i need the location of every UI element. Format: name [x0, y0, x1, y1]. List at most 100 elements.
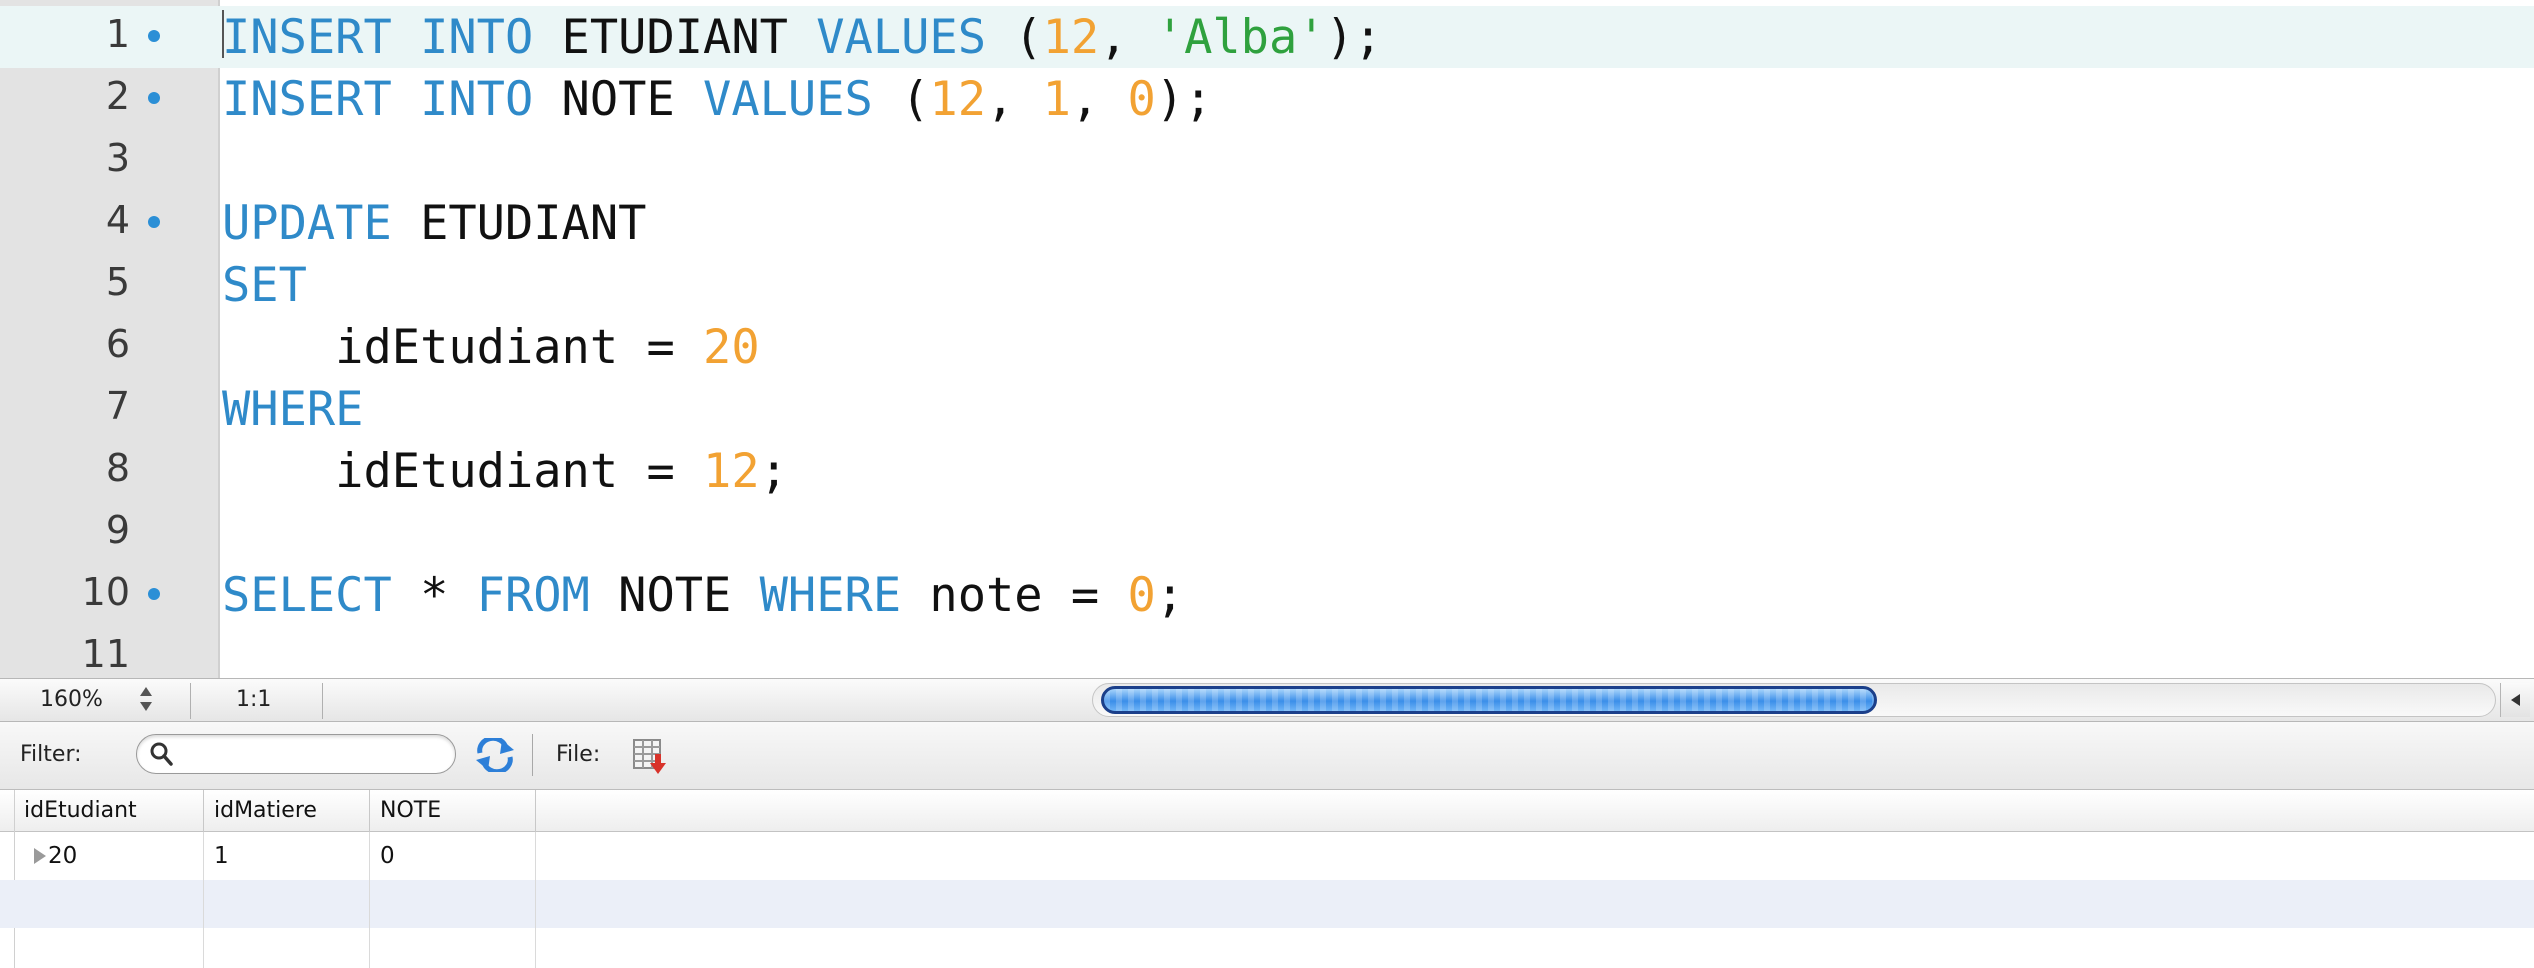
column-header-idmatiere[interactable]: idMatiere: [204, 790, 370, 832]
sql-keyword: INTO: [420, 72, 534, 127]
code-area[interactable]: INSERT INTO ETUDIANT VALUES (12, 'Alba')…: [220, 6, 2534, 68]
line-number: 4: [105, 198, 130, 242]
sql-number: 1: [1042, 72, 1071, 127]
column-header-idetudiant[interactable]: idEtudiant: [14, 790, 204, 832]
code-area[interactable]: WHERE: [220, 378, 2534, 440]
code-text[interactable]: SELECT * FROM NOTE WHERE note = 0;: [222, 568, 1184, 624]
gutter-cell: 11: [0, 626, 218, 678]
sql-number: 12: [929, 72, 987, 127]
filter-search-field[interactable]: [136, 734, 456, 774]
code-area[interactable]: INSERT INTO NOTE VALUES (12, 1, 0);: [220, 68, 2534, 130]
sql-text: ,: [1070, 72, 1128, 127]
code-area[interactable]: idEtudiant = 12;: [220, 440, 2534, 502]
sql-keyword: FROM: [476, 568, 590, 623]
line-number: 5: [105, 260, 130, 304]
results-filter-bar: Filter: File:: [0, 722, 2534, 790]
code-line[interactable]: 7 WHERE: [0, 378, 2534, 440]
statement-marker-icon: [148, 588, 160, 600]
sql-string: 'Alba': [1155, 10, 1326, 65]
table-row[interactable]: 20 1 0: [0, 832, 2534, 880]
table-cell: [204, 928, 370, 968]
code-text[interactable]: WHERE: [222, 382, 363, 438]
code-text[interactable]: UPDATE ETUDIANT: [222, 196, 646, 252]
refresh-icon[interactable]: [474, 738, 516, 772]
code-area[interactable]: idEtudiant = 20: [220, 316, 2534, 378]
scroll-left-button[interactable]: [2500, 683, 2530, 717]
table-cell[interactable]: 20: [38, 832, 204, 880]
text-caret: [222, 10, 224, 58]
code-area[interactable]: UPDATE ETUDIANT: [220, 192, 2534, 254]
sql-number: 0: [1127, 72, 1156, 127]
code-text[interactable]: idEtudiant = 20: [222, 320, 760, 376]
code-area[interactable]: [220, 130, 2534, 192]
code-line[interactable]: 5 SET: [0, 254, 2534, 316]
status-divider: [322, 683, 323, 719]
sql-text: ,: [986, 72, 1043, 127]
sql-keyword: INTO: [420, 10, 534, 65]
code-area[interactable]: [220, 626, 2534, 678]
sql-text: ,: [1099, 10, 1156, 65]
statement-marker-icon: [148, 92, 160, 104]
sql-keyword: WHERE: [222, 382, 364, 437]
code-line[interactable]: 8 idEtudiant = 12;: [0, 440, 2534, 502]
sql-keyword: SET: [222, 258, 307, 313]
status-divider: [190, 683, 191, 719]
sql-text: ETUDIANT: [391, 196, 647, 251]
code-line[interactable]: 2 INSERT INTO NOTE VALUES (12, 1, 0);: [0, 68, 2534, 130]
code-text[interactable]: INSERT INTO NOTE VALUES (12, 1, 0);: [222, 72, 1212, 128]
table-cell: [14, 880, 204, 928]
gutter-cell: 9: [0, 502, 218, 564]
code-line[interactable]: 10 SELECT * FROM NOTE WHERE note = 0;: [0, 564, 2534, 626]
gutter-cell: 4: [0, 192, 218, 254]
table-cell[interactable]: 0: [370, 832, 536, 880]
sql-keyword: INSERT: [222, 10, 392, 65]
code-text[interactable]: SET: [222, 258, 307, 314]
sql-keyword: WHERE: [759, 568, 902, 623]
table-cell[interactable]: 1: [204, 832, 370, 880]
line-number: 2: [105, 74, 130, 118]
sql-number: 12: [1042, 10, 1100, 65]
zoom-level[interactable]: 160%: [40, 687, 103, 712]
code-line[interactable]: 1 INSERT INTO ETUDIANT VALUES (12, 'Alba'…: [0, 6, 2534, 68]
line-number: 11: [81, 632, 130, 676]
gutter-cell: 5: [0, 254, 218, 316]
line-number: 7: [105, 384, 130, 428]
code-line[interactable]: 6 idEtudiant = 20: [0, 316, 2534, 378]
sql-number: 20: [703, 320, 760, 375]
zoom-down-icon[interactable]: [140, 702, 152, 711]
sql-text: idEtudiant =: [222, 444, 704, 499]
code-text[interactable]: INSERT INTO ETUDIANT VALUES (12, 'Alba')…: [222, 10, 1382, 66]
gutter-cell: 6: [0, 316, 218, 378]
filter-input[interactable]: [181, 739, 445, 771]
editor-status-bar: 160% 1:1: [0, 678, 2534, 722]
zoom-up-icon[interactable]: [140, 687, 152, 696]
column-header-note[interactable]: NOTE: [370, 790, 536, 832]
line-number: 3: [105, 136, 130, 180]
line-number: 6: [105, 322, 130, 366]
code-text[interactable]: idEtudiant = 12;: [222, 444, 788, 500]
code-line[interactable]: 11: [0, 626, 2534, 678]
code-area[interactable]: [220, 502, 2534, 564]
gutter-cell: 1: [0, 6, 218, 68]
statement-marker-icon: [148, 216, 160, 228]
gutter-cell: 2: [0, 68, 218, 130]
zoom-stepper-icon[interactable]: [136, 685, 158, 715]
sql-editor[interactable]: 1 INSERT INTO ETUDIANT VALUES (12, 'Alba'…: [0, 0, 2534, 678]
horizontal-scrollbar-thumb[interactable]: [1101, 686, 1877, 714]
search-icon: [150, 742, 173, 766]
export-file-icon[interactable]: [630, 736, 670, 776]
table-cell: [370, 928, 536, 968]
gutter-cell: 3: [0, 130, 218, 192]
arrow-left-icon: [2511, 694, 2520, 706]
code-area[interactable]: SET: [220, 254, 2534, 316]
code-area[interactable]: SELECT * FROM NOTE WHERE note = 0;: [220, 564, 2534, 626]
sql-text: );: [1155, 72, 1213, 127]
horizontal-scrollbar[interactable]: [1092, 683, 2496, 717]
code-line[interactable]: 3: [0, 130, 2534, 192]
code-line[interactable]: 9: [0, 502, 2534, 564]
line-number: 9: [105, 508, 130, 552]
code-line[interactable]: 4 UPDATE ETUDIANT: [0, 192, 2534, 254]
sql-keyword: INSERT: [222, 72, 392, 127]
sql-keyword: SELECT: [222, 568, 392, 623]
